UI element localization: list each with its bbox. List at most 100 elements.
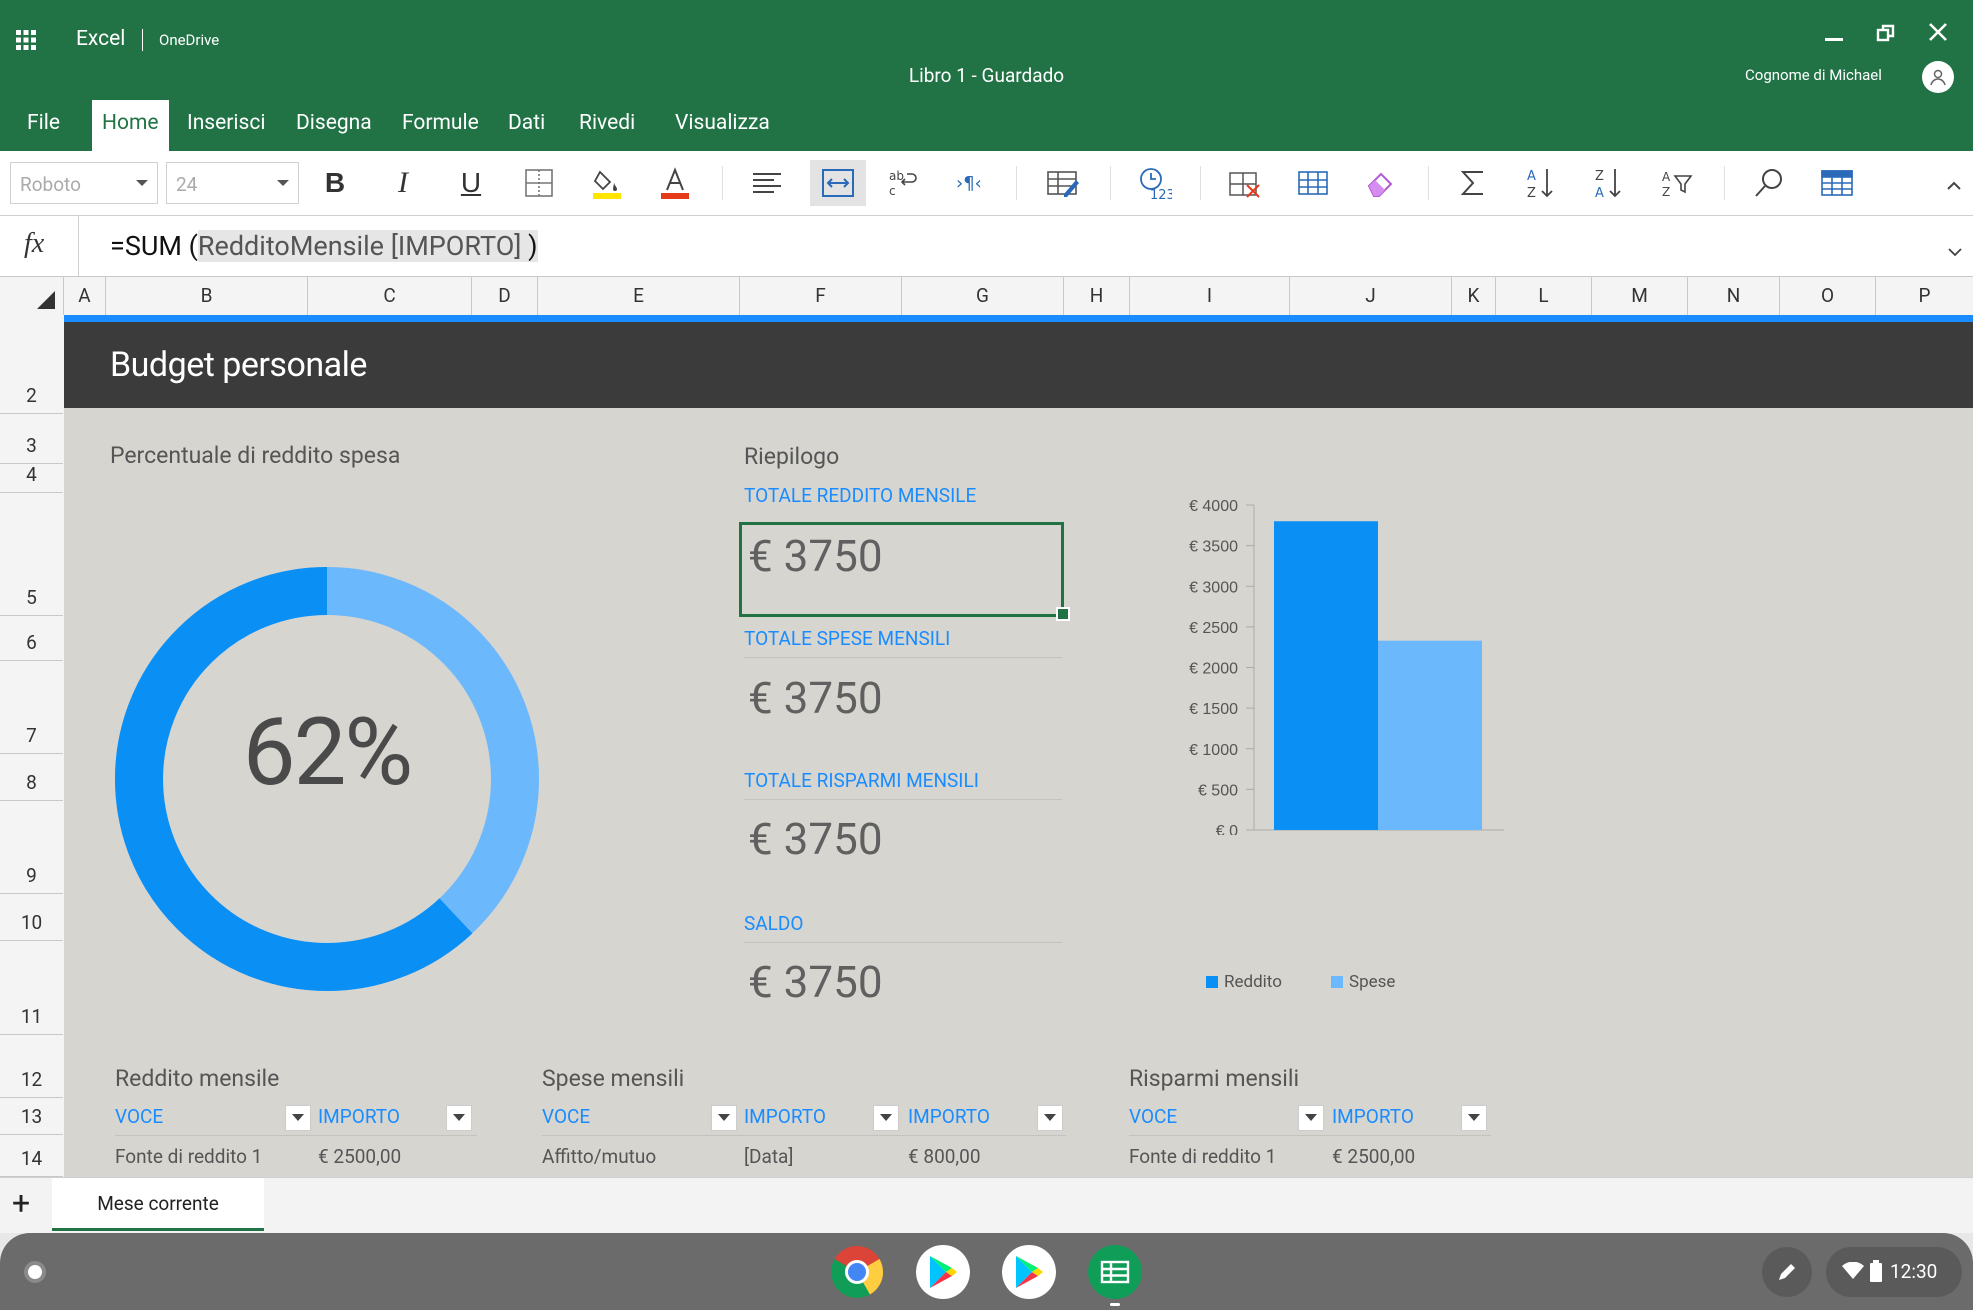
income-row-importo[interactable]: € 2500,00 <box>318 1145 401 1168</box>
borders-button[interactable] <box>516 160 562 206</box>
play-store-icon[interactable] <box>1002 1245 1056 1299</box>
expenses-header-voce[interactable]: VOCE <box>542 1105 590 1128</box>
tab-formule[interactable]: Formule <box>402 100 479 151</box>
row-header[interactable]: 2 <box>0 328 63 414</box>
delete-cells-button[interactable] <box>1222 160 1268 206</box>
user-name[interactable]: Cognome di Michael <box>1745 66 1882 84</box>
filter-dropdown-button[interactable] <box>1461 1105 1487 1131</box>
column-header[interactable]: F <box>740 277 902 315</box>
filter-dropdown-button[interactable] <box>1298 1105 1324 1131</box>
column-header[interactable]: M <box>1592 277 1688 315</box>
column-header[interactable]: P <box>1876 277 1973 315</box>
banner-title[interactable]: Budget personale <box>110 345 367 385</box>
row-header[interactable]: 5 <box>0 493 63 616</box>
savings-table-title[interactable]: Risparmi mensili <box>1129 1065 1299 1092</box>
tab-rivedi[interactable]: Rivedi <box>579 100 635 151</box>
expenses-row-voce[interactable]: Affitto/mutuo <box>542 1145 656 1168</box>
font-size-select[interactable]: 24 <box>166 162 299 204</box>
column-header[interactable]: J <box>1290 277 1452 315</box>
column-header[interactable]: I <box>1130 277 1290 315</box>
location-link[interactable]: OneDrive <box>159 31 219 49</box>
filter-dropdown-button[interactable] <box>285 1105 311 1131</box>
bold-button[interactable]: B <box>312 160 358 206</box>
expenses-row-date[interactable]: [Data] <box>744 1145 793 1168</box>
app-name[interactable]: Excel <box>76 27 125 51</box>
collapse-ribbon-icon[interactable] <box>1946 175 1962 194</box>
row-header[interactable]: 3 <box>0 414 63 464</box>
underline-button[interactable]: U <box>448 160 494 206</box>
sheets-icon[interactable] <box>1088 1245 1142 1299</box>
income-table-title[interactable]: Reddito mensile <box>115 1065 279 1092</box>
fill-color-button[interactable] <box>584 160 630 206</box>
italic-button[interactable]: I <box>380 160 426 206</box>
bar-chart[interactable]: € 0 € 500 € 1000 € 1500 € 2000 € 2500 € 3000 € … <box>1104 495 1524 835</box>
minimize-icon[interactable] <box>1825 38 1843 41</box>
add-sheet-button[interactable]: + <box>12 1184 30 1222</box>
income-header-importo[interactable]: IMPORTO <box>318 1105 400 1128</box>
format-table-button[interactable] <box>1040 160 1086 206</box>
legend-item-spese[interactable]: Spese <box>1331 972 1395 992</box>
filter-dropdown-button[interactable] <box>711 1105 737 1131</box>
row-header[interactable]: 9 <box>0 801 63 894</box>
filter-button[interactable]: AZ <box>1654 160 1700 206</box>
stylus-tools-button[interactable] <box>1762 1247 1812 1297</box>
column-header[interactable]: E <box>538 277 740 315</box>
sort-descending-button[interactable]: ZA <box>1586 160 1632 206</box>
row-header[interactable]: 10 <box>0 894 63 941</box>
status-tray[interactable]: 12:30 <box>1826 1247 1962 1297</box>
fill-handle[interactable] <box>1056 607 1070 621</box>
summary-label[interactable]: TOTALE SPESE MENSILI <box>744 627 950 650</box>
column-header[interactable]: B <box>106 277 308 315</box>
income-row-voce[interactable]: Fonte di reddito 1 <box>115 1145 262 1168</box>
tab-file[interactable]: File <box>27 100 60 151</box>
tab-home[interactable]: Home <box>92 100 169 151</box>
bar-spese[interactable] <box>1378 640 1482 830</box>
font-name-select[interactable]: Roboto <box>10 162 158 204</box>
summary-title[interactable]: Riepilogo <box>744 443 839 470</box>
row-header[interactable]: 11 <box>0 941 63 1035</box>
column-header[interactable]: A <box>64 277 106 315</box>
savings-row-voce[interactable]: Fonte di reddito 1 <box>1129 1145 1276 1168</box>
table-button[interactable] <box>1814 160 1860 206</box>
row-header[interactable]: 4 <box>0 463 63 493</box>
row-header[interactable]: 13 <box>0 1098 63 1135</box>
restore-icon[interactable] <box>1876 23 1896 43</box>
summary-label[interactable]: TOTALE RISPARMI MENSILI <box>744 769 979 792</box>
donut-title[interactable]: Percentuale di reddito spesa <box>110 442 400 469</box>
column-header[interactable]: N <box>1688 277 1780 315</box>
bar-reddito[interactable] <box>1274 521 1378 830</box>
tab-dati[interactable]: Dati <box>508 100 545 151</box>
app-launcher-icon[interactable] <box>16 30 36 50</box>
find-button[interactable] <box>1746 160 1792 206</box>
tab-disegna[interactable]: Disegna <box>296 100 372 151</box>
merge-cells-button[interactable] <box>810 160 866 206</box>
tab-visualizza[interactable]: Visualizza <box>675 100 770 151</box>
close-icon[interactable] <box>1928 22 1948 42</box>
row-header[interactable]: 14 <box>0 1135 63 1177</box>
number-format-button[interactable]: 123 <box>1132 160 1178 206</box>
summary-label[interactable]: SALDO <box>744 912 803 935</box>
play-store-icon[interactable] <box>916 1245 970 1299</box>
row-header[interactable]: 6 <box>0 616 63 661</box>
column-header[interactable]: L <box>1496 277 1592 315</box>
avatar[interactable] <box>1922 61 1954 93</box>
summary-label[interactable]: TOTALE REDDITO MENSILE <box>744 484 976 507</box>
income-header-voce[interactable]: VOCE <box>115 1105 163 1128</box>
expenses-header-importo[interactable]: IMPORTO <box>744 1105 826 1128</box>
filter-dropdown-button[interactable] <box>1037 1105 1063 1131</box>
expenses-header-importo-2[interactable]: IMPORTO <box>908 1105 990 1128</box>
clear-button[interactable] <box>1358 160 1404 206</box>
column-header[interactable]: D <box>472 277 538 315</box>
column-header[interactable]: K <box>1452 277 1496 315</box>
text-direction-button[interactable]: ›¶‹ <box>948 160 994 206</box>
sheet-tab-active[interactable]: Mese corrente <box>52 1178 264 1231</box>
expenses-table-title[interactable]: Spese mensili <box>542 1065 684 1092</box>
formula-input[interactable]: =SUM (RedditoMensile [IMPORTO] ) <box>110 226 538 266</box>
row-header[interactable]: 12 <box>0 1035 63 1098</box>
font-color-button[interactable] <box>652 160 698 206</box>
tab-inserisci[interactable]: Inserisci <box>187 100 265 151</box>
chrome-icon[interactable] <box>830 1245 884 1299</box>
insert-cells-button[interactable] <box>1290 160 1336 206</box>
select-all-button[interactable] <box>0 277 64 315</box>
expenses-row-importo[interactable]: € 800,00 <box>908 1145 981 1168</box>
